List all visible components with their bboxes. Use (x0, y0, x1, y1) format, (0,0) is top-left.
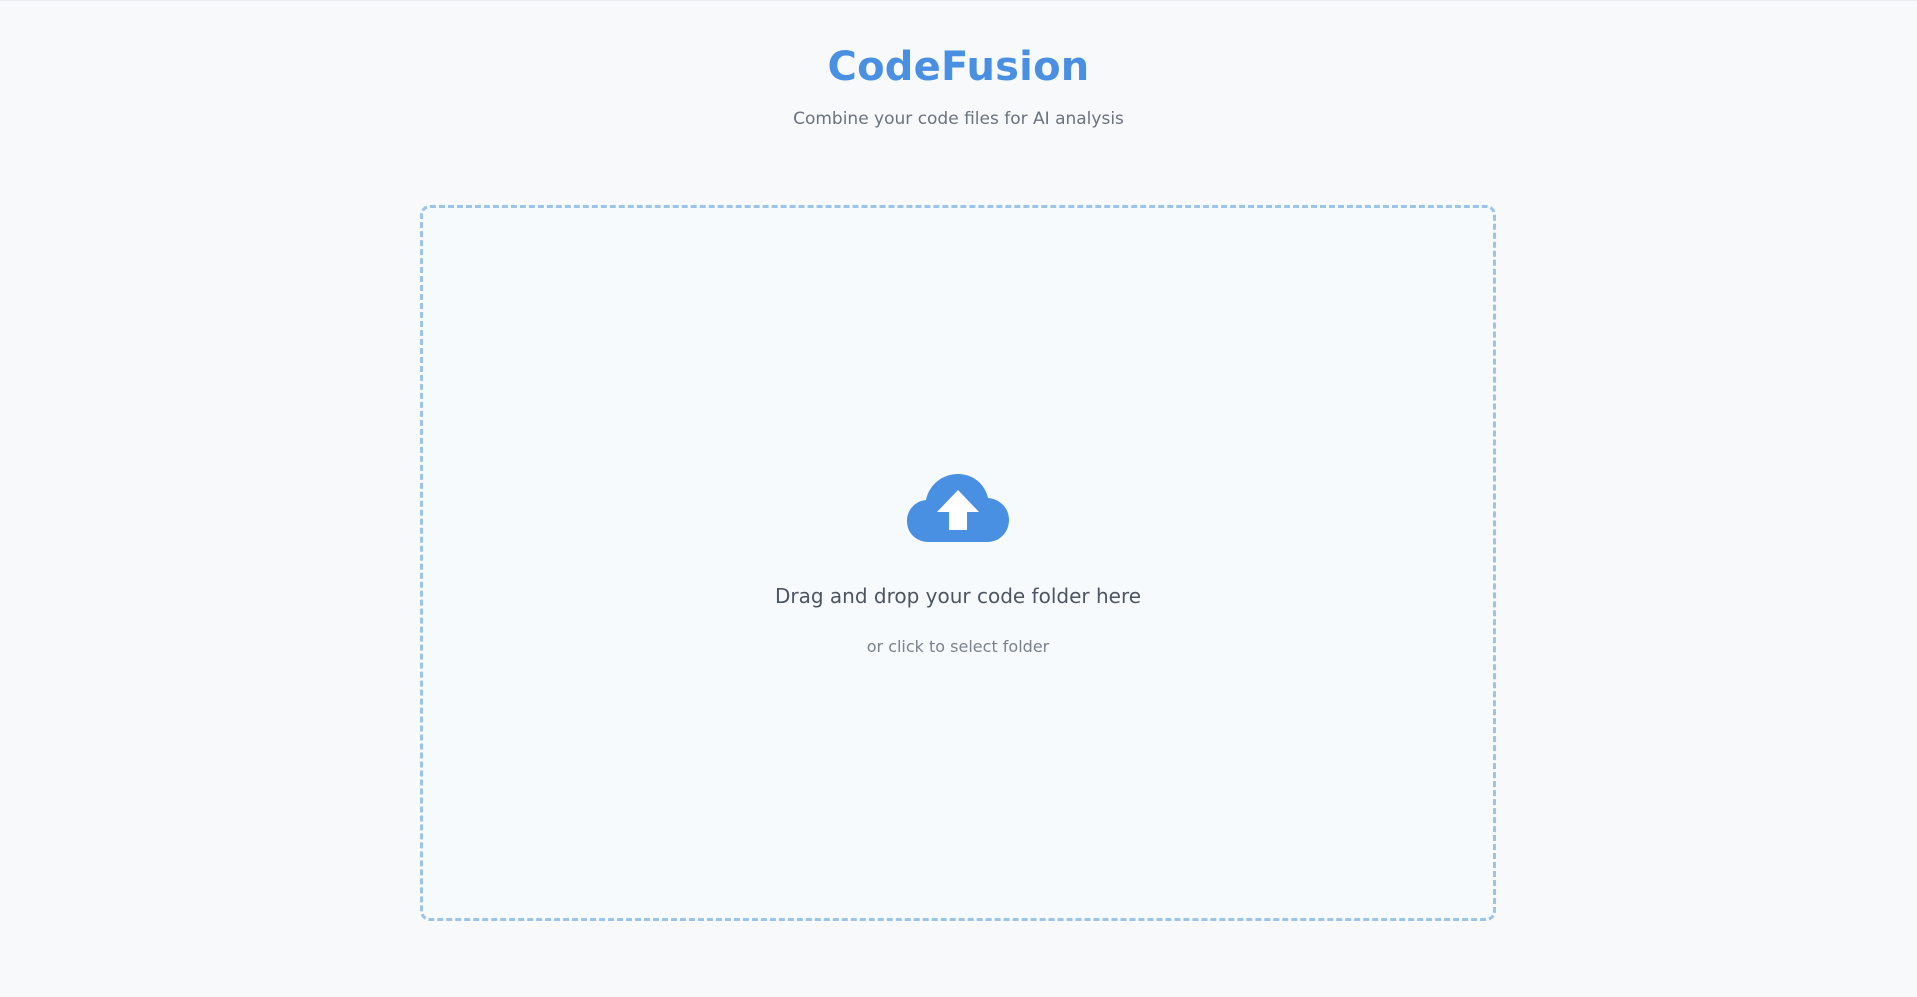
page-title: CodeFusion (827, 44, 1090, 90)
folder-dropzone[interactable]: Drag and drop your code folder here or c… (420, 205, 1496, 921)
cloud-upload-icon (907, 474, 1009, 544)
app-page: CodeFusion Combine your code files for A… (0, 0, 1917, 997)
page-subtitle: Combine your code files for AI analysis (793, 109, 1124, 129)
dropzone-hint-text: or click to select folder (866, 637, 1050, 656)
dropzone-main-text: Drag and drop your code folder here (774, 584, 1142, 608)
header: CodeFusion Combine your code files for A… (0, 39, 1917, 131)
